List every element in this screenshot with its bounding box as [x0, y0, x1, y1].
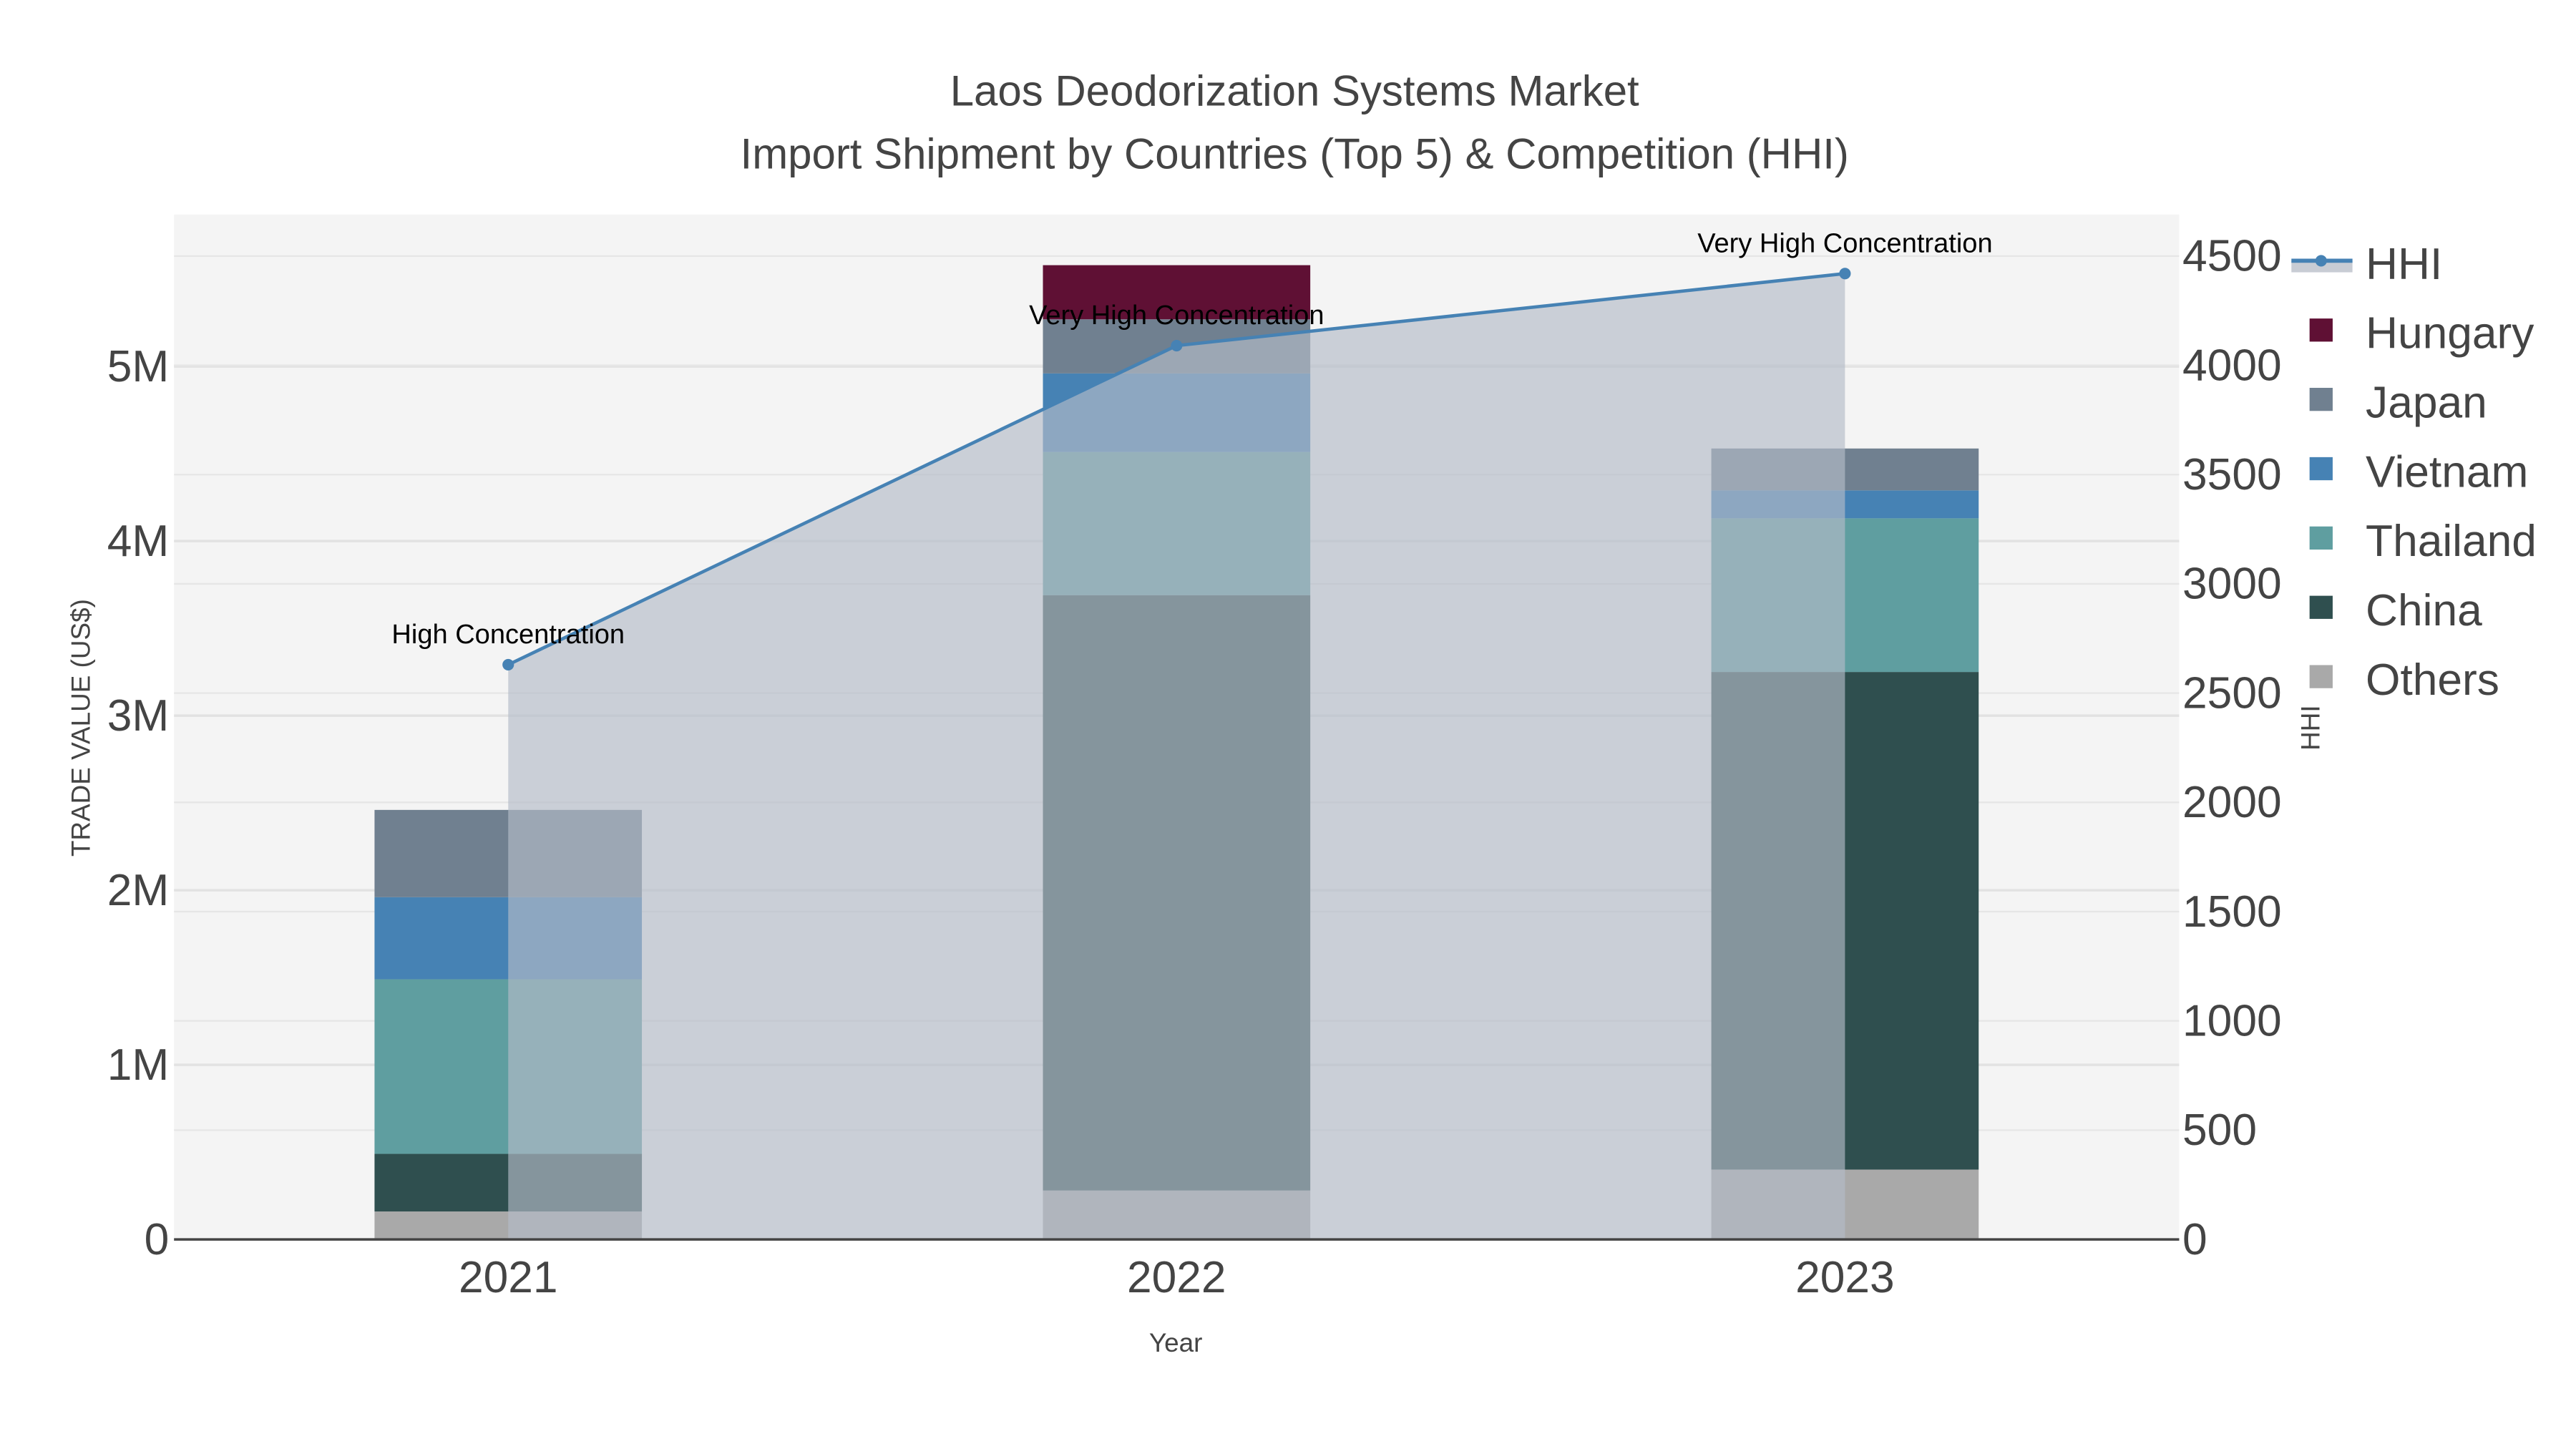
y2-tick-label: 500 [2182, 1106, 2257, 1155]
hhi-point-2023 [1839, 268, 1851, 280]
legend-label: China [2366, 586, 2482, 635]
legend-label: HHI [2366, 240, 2442, 289]
chart: Laos Deodorization Systems Market Import… [1, 0, 2575, 1449]
y2-tick-label: 3000 [2182, 560, 2282, 609]
legend-label: Others [2366, 655, 2499, 705]
y2-tick-label: 2500 [2182, 668, 2282, 718]
legend-swatch [2309, 318, 2333, 342]
y2-tick-label: 1000 [2182, 996, 2282, 1045]
legend-swatch [2309, 457, 2333, 481]
y-tick-label: 1M [107, 1040, 170, 1090]
legend-swatch [2309, 665, 2333, 688]
hhi-point-2021 [502, 658, 514, 670]
y-tick-label: 0 [145, 1215, 170, 1264]
chart-title: Laos Deodorization Systems Market [950, 67, 1639, 115]
y-tick-label: 4M [107, 517, 170, 566]
chart-subtitle: Import Shipment by Countries (Top 5) & C… [741, 130, 1849, 177]
legend-label: Japan [2366, 379, 2487, 428]
y-tick-label: 5M [107, 342, 170, 391]
y2-tick-label: 4500 [2182, 232, 2282, 281]
hhi-annotation: Very High Concentration [1697, 228, 1992, 258]
y2-tick-label: 0 [2182, 1215, 2207, 1264]
hhi-point-2022 [1171, 339, 1183, 352]
x-tick-label: 2021 [459, 1253, 558, 1302]
x-tick-label: 2022 [1127, 1253, 1226, 1302]
y2-axis-label: HHI [2296, 705, 2325, 751]
hhi-annotation: High Concentration [391, 620, 625, 650]
y2-tick-label: 4000 [2182, 341, 2282, 390]
legend-swatch [2309, 387, 2333, 411]
y2-tick-label: 2000 [2182, 778, 2282, 827]
y2-tick-label: 3500 [2182, 450, 2282, 499]
legend-label: Vietnam [2366, 447, 2528, 497]
legend-swatch [2309, 595, 2333, 619]
legend-swatch [2309, 526, 2333, 550]
y-tick-label: 3M [107, 691, 170, 741]
legend-hhi-marker [2315, 255, 2327, 267]
y-axis-label: TRADE VALUE (US$) [67, 599, 96, 857]
y-tick-label: 2M [107, 866, 170, 915]
legend-label: Hungary [2366, 309, 2534, 358]
x-axis-label: Year [1149, 1328, 1203, 1357]
x-tick-label: 2023 [1795, 1253, 1895, 1302]
legend-label: Thailand [2366, 517, 2537, 566]
y2-tick-label: 1500 [2182, 887, 2282, 937]
hhi-annotation: Very High Concentration [1029, 301, 1324, 331]
